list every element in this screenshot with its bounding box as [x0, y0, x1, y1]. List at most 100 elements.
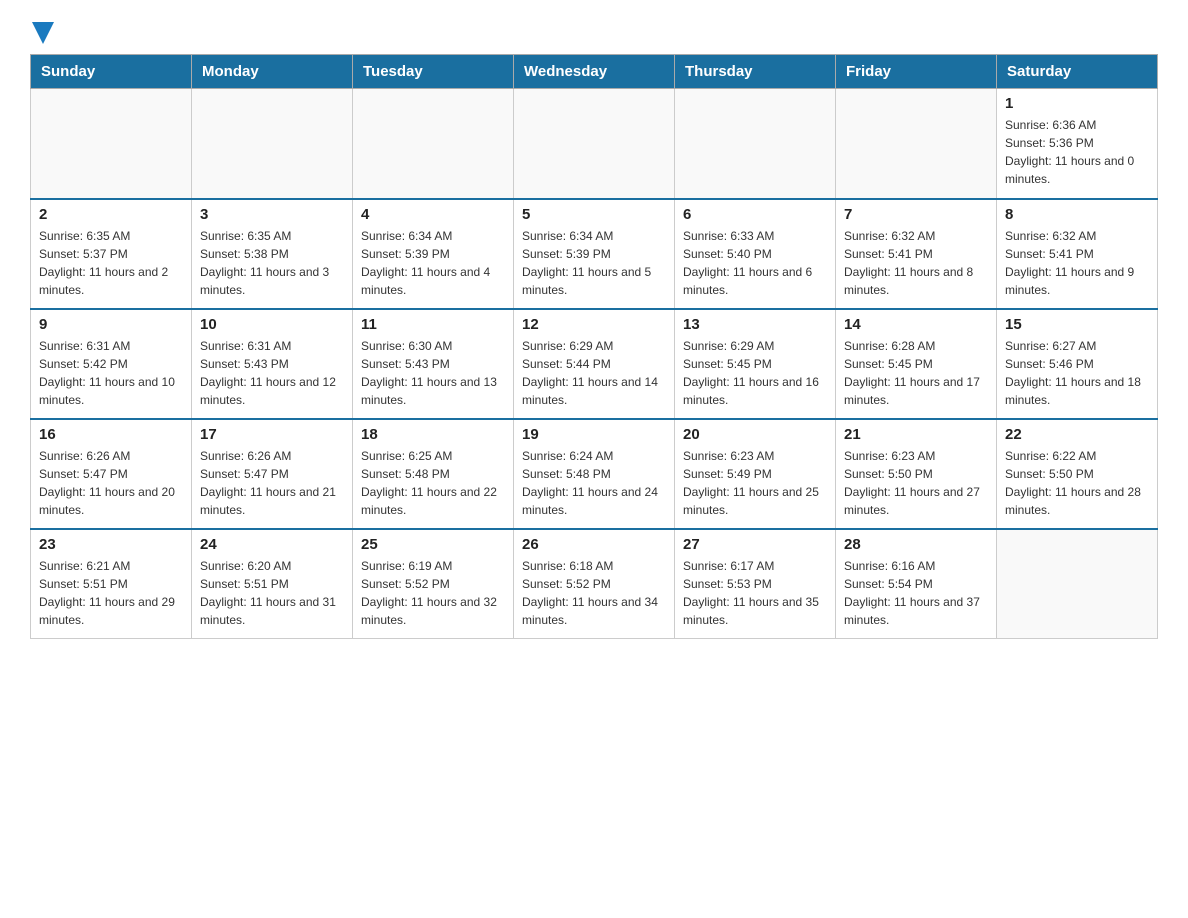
day-info: Sunrise: 6:18 AMSunset: 5:52 PMDaylight:… — [522, 557, 666, 629]
calendar-cell: 9 Sunrise: 6:31 AMSunset: 5:42 PMDaylight… — [31, 309, 192, 419]
day-info: Sunrise: 6:36 AMSunset: 5:36 PMDaylight:… — [1005, 116, 1149, 188]
calendar-cell: 23 Sunrise: 6:21 AMSunset: 5:51 PMDayligh… — [31, 529, 192, 639]
day-number: 19 — [522, 426, 666, 443]
day-number: 16 — [39, 426, 183, 443]
calendar-cell — [31, 89, 192, 199]
day-number: 17 — [200, 426, 344, 443]
calendar-cell — [192, 89, 353, 199]
calendar-cell: 26 Sunrise: 6:18 AMSunset: 5:52 PMDayligh… — [514, 529, 675, 639]
logo — [30, 20, 54, 44]
day-info: Sunrise: 6:32 AMSunset: 5:41 PMDaylight:… — [1005, 227, 1149, 299]
calendar-cell: 4 Sunrise: 6:34 AMSunset: 5:39 PMDaylight… — [353, 199, 514, 309]
day-info: Sunrise: 6:16 AMSunset: 5:54 PMDaylight:… — [844, 557, 988, 629]
calendar-cell: 21Sunrise: 6:23 AMSunset: 5:50 PMDayligh… — [836, 419, 997, 529]
day-number: 12 — [522, 316, 666, 333]
calendar-cell: 27 Sunrise: 6:17 AMSunset: 5:53 PMDayligh… — [675, 529, 836, 639]
calendar-cell: 12 Sunrise: 6:29 AMSunset: 5:44 PMDayligh… — [514, 309, 675, 419]
day-number: 20 — [683, 426, 827, 443]
calendar-cell: 11 Sunrise: 6:30 AMSunset: 5:43 PMDayligh… — [353, 309, 514, 419]
day-info: Sunrise: 6:34 AMSunset: 5:39 PMDaylight:… — [522, 227, 666, 299]
calendar-cell: 8 Sunrise: 6:32 AMSunset: 5:41 PMDaylight… — [997, 199, 1158, 309]
calendar-cell: 14 Sunrise: 6:28 AMSunset: 5:45 PMDayligh… — [836, 309, 997, 419]
day-info: Sunrise: 6:26 AMSunset: 5:47 PMDaylight:… — [39, 447, 183, 519]
day-info: Sunrise: 6:17 AMSunset: 5:53 PMDaylight:… — [683, 557, 827, 629]
calendar-cell: 15 Sunrise: 6:27 AMSunset: 5:46 PMDayligh… — [997, 309, 1158, 419]
day-info: Sunrise: 6:27 AMSunset: 5:46 PMDaylight:… — [1005, 337, 1149, 409]
day-info: Sunrise: 6:33 AMSunset: 5:40 PMDaylight:… — [683, 227, 827, 299]
weekday-header: Saturday — [997, 55, 1158, 89]
day-number: 10 — [200, 316, 344, 333]
day-info: Sunrise: 6:19 AMSunset: 5:52 PMDaylight:… — [361, 557, 505, 629]
day-info: Sunrise: 6:34 AMSunset: 5:39 PMDaylight:… — [361, 227, 505, 299]
day-number: 8 — [1005, 206, 1149, 223]
calendar-cell — [836, 89, 997, 199]
calendar-cell: 17 Sunrise: 6:26 AMSunset: 5:47 PMDayligh… — [192, 419, 353, 529]
day-info: Sunrise: 6:24 AMSunset: 5:48 PMDaylight:… — [522, 447, 666, 519]
day-info: Sunrise: 6:29 AMSunset: 5:45 PMDaylight:… — [683, 337, 827, 409]
logo-triangle-icon — [32, 22, 54, 44]
day-number: 7 — [844, 206, 988, 223]
day-number: 9 — [39, 316, 183, 333]
day-info: Sunrise: 6:31 AMSunset: 5:43 PMDaylight:… — [200, 337, 344, 409]
calendar-week-row: 23 Sunrise: 6:21 AMSunset: 5:51 PMDayligh… — [31, 529, 1158, 639]
day-info: Sunrise: 6:21 AMSunset: 5:51 PMDaylight:… — [39, 557, 183, 629]
day-number: 11 — [361, 316, 505, 333]
day-info: Sunrise: 6:28 AMSunset: 5:45 PMDaylight:… — [844, 337, 988, 409]
day-info: Sunrise: 6:35 AMSunset: 5:37 PMDaylight:… — [39, 227, 183, 299]
day-number: 18 — [361, 426, 505, 443]
day-number: 24 — [200, 536, 344, 553]
day-number: 4 — [361, 206, 505, 223]
day-number: 2 — [39, 206, 183, 223]
day-number: 15 — [1005, 316, 1149, 333]
day-info: Sunrise: 6:30 AMSunset: 5:43 PMDaylight:… — [361, 337, 505, 409]
calendar-week-row: 9 Sunrise: 6:31 AMSunset: 5:42 PMDaylight… — [31, 309, 1158, 419]
day-number: 22 — [1005, 426, 1149, 443]
calendar-cell: 1 Sunrise: 6:36 AMSunset: 5:36 PMDaylight… — [997, 89, 1158, 199]
day-info: Sunrise: 6:31 AMSunset: 5:42 PMDaylight:… — [39, 337, 183, 409]
day-number: 14 — [844, 316, 988, 333]
day-number: 23 — [39, 536, 183, 553]
day-number: 27 — [683, 536, 827, 553]
day-number: 13 — [683, 316, 827, 333]
day-number: 28 — [844, 536, 988, 553]
calendar-cell — [997, 529, 1158, 639]
calendar-week-row: 16 Sunrise: 6:26 AMSunset: 5:47 PMDayligh… — [31, 419, 1158, 529]
calendar-cell: 2 Sunrise: 6:35 AMSunset: 5:37 PMDaylight… — [31, 199, 192, 309]
calendar-cell: 16 Sunrise: 6:26 AMSunset: 5:47 PMDayligh… — [31, 419, 192, 529]
calendar-week-row: 2 Sunrise: 6:35 AMSunset: 5:37 PMDaylight… — [31, 199, 1158, 309]
day-number: 25 — [361, 536, 505, 553]
calendar-cell — [353, 89, 514, 199]
calendar-week-row: 1 Sunrise: 6:36 AMSunset: 5:36 PMDaylight… — [31, 89, 1158, 199]
calendar-cell: 10 Sunrise: 6:31 AMSunset: 5:43 PMDayligh… — [192, 309, 353, 419]
calendar-cell — [675, 89, 836, 199]
calendar-cell: 3Sunrise: 6:35 AMSunset: 5:38 PMDaylight… — [192, 199, 353, 309]
calendar-cell: 18Sunrise: 6:25 AMSunset: 5:48 PMDayligh… — [353, 419, 514, 529]
calendar-cell: 13 Sunrise: 6:29 AMSunset: 5:45 PMDayligh… — [675, 309, 836, 419]
logo-block — [30, 20, 54, 44]
day-number: 3 — [200, 206, 344, 223]
calendar-cell: 20 Sunrise: 6:23 AMSunset: 5:49 PMDayligh… — [675, 419, 836, 529]
weekday-header: Monday — [192, 55, 353, 89]
calendar-table: SundayMondayTuesdayWednesdayThursdayFrid… — [30, 54, 1158, 639]
weekday-header: Wednesday — [514, 55, 675, 89]
day-info: Sunrise: 6:32 AMSunset: 5:41 PMDaylight:… — [844, 227, 988, 299]
calendar-cell: 22Sunrise: 6:22 AMSunset: 5:50 PMDayligh… — [997, 419, 1158, 529]
weekday-header: Thursday — [675, 55, 836, 89]
day-number: 6 — [683, 206, 827, 223]
day-info: Sunrise: 6:23 AMSunset: 5:50 PMDaylight:… — [844, 447, 988, 519]
calendar-cell — [514, 89, 675, 199]
calendar-cell: 6 Sunrise: 6:33 AMSunset: 5:40 PMDaylight… — [675, 199, 836, 309]
day-number: 5 — [522, 206, 666, 223]
weekday-header: Sunday — [31, 55, 192, 89]
calendar-cell: 28 Sunrise: 6:16 AMSunset: 5:54 PMDayligh… — [836, 529, 997, 639]
day-info: Sunrise: 6:23 AMSunset: 5:49 PMDaylight:… — [683, 447, 827, 519]
logo-row1 — [30, 20, 54, 44]
calendar-cell: 7 Sunrise: 6:32 AMSunset: 5:41 PMDaylight… — [836, 199, 997, 309]
day-info: Sunrise: 6:26 AMSunset: 5:47 PMDaylight:… — [200, 447, 344, 519]
day-info: Sunrise: 6:29 AMSunset: 5:44 PMDaylight:… — [522, 337, 666, 409]
day-number: 1 — [1005, 95, 1149, 112]
page-header — [30, 20, 1158, 44]
day-number: 26 — [522, 536, 666, 553]
calendar-cell: 5 Sunrise: 6:34 AMSunset: 5:39 PMDaylight… — [514, 199, 675, 309]
weekday-header: Friday — [836, 55, 997, 89]
